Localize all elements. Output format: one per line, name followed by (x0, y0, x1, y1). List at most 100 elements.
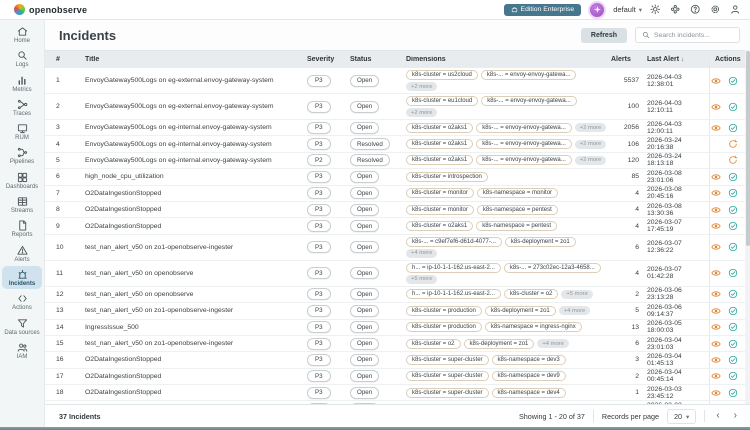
resolve-incident-button[interactable] (727, 242, 738, 253)
dimension-chip[interactable]: k8s-cluster = o2aks1 (406, 155, 473, 165)
table-row[interactable]: 1EnvoyGateway500Logs on eg-external.envo… (45, 68, 745, 94)
resolve-incident-button[interactable] (727, 305, 738, 316)
column-header-number[interactable]: # (45, 56, 85, 63)
dimension-chip[interactable]: h... = ip-10-1-1-162.us-east-2... (406, 263, 501, 273)
sidebar-item-data-sources[interactable]: Data sources (2, 315, 42, 338)
dimension-chip[interactable]: k8s-cluster = production (406, 322, 482, 332)
table-row[interactable]: 12test_nan_alert_v50 on openobserveP3Ope… (45, 287, 745, 303)
dimension-chip[interactable]: k8s-namespace = pentest (476, 221, 557, 231)
dimension-chip[interactable]: k8s-... = 273c02ec-12a3-4658... (504, 263, 601, 273)
dimension-chip[interactable]: k8s-deployment = zo1 (464, 339, 535, 349)
dimension-chip[interactable]: k8s-namespace = dev3 (492, 355, 566, 365)
sidebar-item-dashboards[interactable]: Dashboards (2, 169, 42, 192)
view-incident-button[interactable] (710, 371, 721, 382)
dimension-chip[interactable]: k8s-namespace = dev4 (492, 388, 566, 398)
table-row[interactable]: 14IngressIssue_500P3Openk8s-cluster = pr… (45, 320, 745, 336)
dimension-chip[interactable]: k8s-cluster = us2cloud (406, 70, 478, 80)
more-dimensions-chip[interactable]: +4 more (537, 339, 568, 348)
records-per-page-select[interactable]: 20 (667, 409, 696, 424)
dimension-chip[interactable]: k8s-cluster = o2aks1 (406, 221, 473, 231)
table-row[interactable]: 16O2DataIngestionStoppedP3Openk8s-cluste… (45, 352, 745, 368)
view-incident-button[interactable] (710, 122, 721, 133)
table-row[interactable]: 11test_nan_alert_v50 on openobserveP3Ope… (45, 261, 745, 287)
column-header-last-alert[interactable]: Last Alert (643, 56, 709, 63)
view-incident-button[interactable] (710, 188, 721, 199)
view-incident-button[interactable] (710, 354, 721, 365)
dimension-chip[interactable]: k8s-cluster = eu1cloud (406, 96, 478, 106)
dimension-chip[interactable]: k8s-cluster = monitor (406, 205, 474, 215)
dimension-chip[interactable]: k8s-deployment = zo1 (485, 306, 556, 316)
sidebar-item-incidents[interactable]: Incidents (2, 266, 42, 289)
view-incident-button[interactable] (710, 322, 721, 333)
dimension-chip[interactable]: k8s-namespace = pentest (477, 205, 558, 215)
previous-page-button[interactable] (713, 411, 722, 421)
table-row[interactable]: 15test_nan_alert_v50 on zo1-openobserve-… (45, 336, 745, 352)
dimension-chip[interactable]: k8s-cluster = o2aks1 (406, 123, 473, 133)
more-dimensions-chip[interactable]: +2 more (575, 156, 606, 165)
sidebar-item-alerts[interactable]: Alerts (2, 242, 42, 265)
column-header-dimensions[interactable]: Dimensions (406, 56, 611, 63)
resolve-incident-button[interactable] (727, 371, 738, 382)
table-row[interactable]: 2EnvoyGateway500Logs on eg-external.envo… (45, 94, 745, 120)
resolve-incident-button[interactable] (727, 268, 738, 279)
table-row[interactable]: 18O2DataIngestionStoppedP3Openk8s-cluste… (45, 385, 745, 401)
dimension-chip[interactable]: k8s-cluster = o2aks1 (406, 139, 473, 149)
table-row[interactable]: 10test_nan_alert_v50 on zo1-openobserve-… (45, 235, 745, 261)
view-incident-button[interactable] (710, 289, 721, 300)
account-button[interactable] (729, 3, 742, 16)
dimension-chip[interactable]: k8s-deployment = zo1 (505, 237, 576, 247)
more-dimensions-chip[interactable]: +2 more (406, 82, 437, 91)
column-header-status[interactable]: Status (350, 56, 406, 63)
dimension-chip[interactable]: k8s-cluster = production (406, 306, 482, 316)
dimension-chip[interactable]: k8s-cluster = super-cluster (406, 371, 489, 381)
dimension-chip[interactable]: h... = ip-10-1-1-162.us-east-2... (406, 289, 501, 299)
scrollbar-thumb[interactable] (746, 51, 750, 246)
sidebar-item-streams[interactable]: Streams (2, 193, 42, 216)
column-header-alerts[interactable]: Alerts (611, 56, 643, 63)
resolve-incident-button[interactable] (727, 122, 738, 133)
sidebar-item-iam[interactable]: IAM (2, 339, 42, 362)
sidebar-item-traces[interactable]: Traces (2, 96, 42, 119)
sidebar-item-rum[interactable]: RUM (2, 120, 42, 143)
organization-select[interactable]: default (613, 5, 642, 14)
dimension-chip[interactable]: k8s-cluster = o2 (406, 339, 461, 349)
dimension-chip[interactable]: k8s-... = envoy-envoy-gatewa... (481, 96, 577, 106)
column-header-title[interactable]: Title (85, 56, 307, 63)
dimension-chip[interactable]: k8s-cluster = super-cluster (406, 355, 489, 365)
sidebar-item-pipelines[interactable]: Pipelines (2, 144, 42, 167)
resolve-incident-button[interactable] (727, 101, 738, 112)
resolve-incident-button[interactable] (727, 171, 738, 182)
more-dimensions-chip[interactable]: +2 more (575, 123, 606, 132)
refresh-button[interactable]: Refresh (581, 28, 627, 43)
view-incident-button[interactable] (710, 75, 721, 86)
view-incident-button[interactable] (710, 204, 721, 215)
sidebar-item-logs[interactable]: Logs (2, 47, 42, 70)
dimension-chip[interactable]: k8s-... = envoy-envoy-gatewa... (476, 123, 572, 133)
table-row[interactable]: 6high_node_cpu_utilizationP3Openk8s-clus… (45, 169, 745, 185)
sidebar-item-home[interactable]: Home (2, 23, 42, 46)
theme-button[interactable] (649, 3, 662, 16)
sidebar-item-reports[interactable]: Reports (2, 217, 42, 240)
apps-button[interactable] (669, 3, 682, 16)
dimension-chip[interactable]: k8s-... = envoy-envoy-gatewa... (476, 155, 572, 165)
sidebar-item-metrics[interactable]: Metrics (2, 72, 42, 95)
dimension-chip[interactable]: k8s-cluster = super-cluster (406, 388, 489, 398)
resolve-incident-button[interactable] (727, 289, 738, 300)
edition-enterprise-button[interactable]: Edition Enterprise (504, 4, 582, 16)
table-row[interactable]: 17O2DataIngestionStoppedP3Openk8s-cluste… (45, 369, 745, 385)
more-dimensions-chip[interactable]: +2 more (406, 108, 437, 117)
more-dimensions-chip[interactable]: +4 more (559, 306, 590, 315)
view-incident-button[interactable] (710, 242, 721, 253)
search-box[interactable] (635, 27, 740, 43)
dimension-chip[interactable]: k8s-namespace = ingress-nginx (485, 322, 582, 332)
table-scrollbar[interactable] (745, 50, 750, 404)
view-incident-button[interactable] (710, 338, 721, 349)
column-header-severity[interactable]: Severity (307, 56, 350, 63)
resolve-incident-button[interactable] (727, 75, 738, 86)
table-row[interactable]: 4EnvoyGateway500Logs on eg-internal.envo… (45, 136, 745, 152)
dimension-chip[interactable]: k8s-cluster = introspection (406, 172, 488, 182)
dimension-chip[interactable]: k8s-... = c9ef7ef6-d61d-4077-... (406, 237, 502, 247)
dimension-chip[interactable]: k8s-cluster = o2 (504, 289, 559, 299)
reopen-incident-button[interactable] (727, 139, 738, 150)
more-dimensions-chip[interactable]: +4 more (406, 249, 437, 258)
